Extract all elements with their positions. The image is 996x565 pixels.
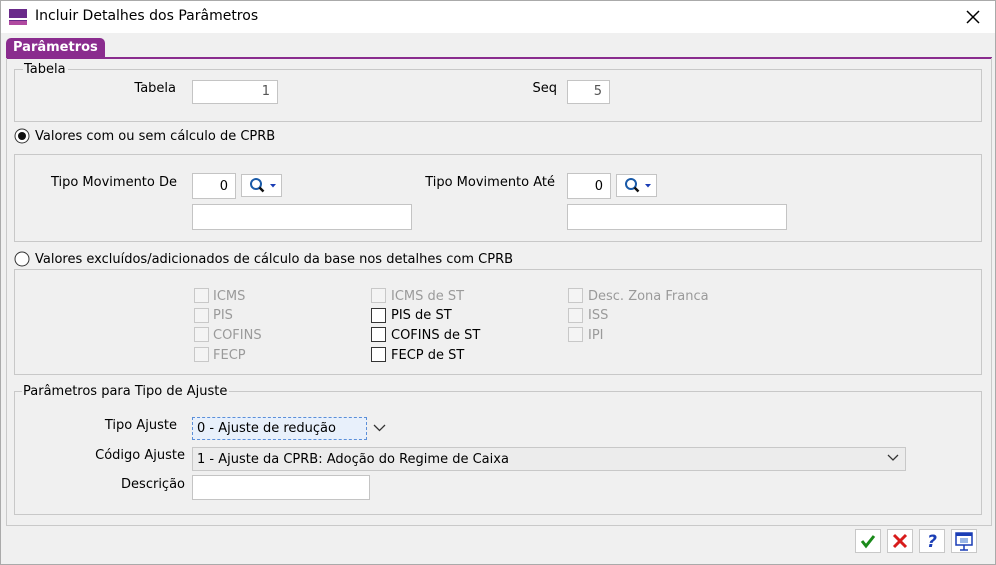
checkmark-icon [860,535,876,549]
checkbox-pis-st[interactable] [371,308,386,323]
codigo-ajuste-value: 1 - Ajuste da CPRB: Adoção do Regime de … [197,452,509,467]
checkbox-ipi [568,327,583,342]
cancel-button[interactable] [887,529,913,553]
descricao-label: Descrição [121,477,185,492]
app-icon [9,9,27,25]
checkbox-fecp-label: FECP [213,348,246,363]
tipo-ajuste-label: Tipo Ajuste [104,418,177,433]
help-button[interactable]: ? [919,529,945,553]
export-button[interactable] [951,529,977,553]
checkbox-desc-zona-franca-label: Desc. Zona Franca [588,289,709,304]
chevron-down-icon [887,454,899,461]
codigo-ajuste-select[interactable]: 1 - Ajuste da CPRB: Adoção do Regime de … [192,447,906,471]
window-title: Incluir Detalhes dos Parâmetros [35,8,259,24]
checkbox-iss [568,308,583,323]
tipo-movimento-ate-label: Tipo Movimento Até [425,175,555,190]
descricao-field[interactable] [192,475,370,500]
checkbox-desc-zona-franca [568,288,583,303]
tabela-field[interactable]: 1 [192,80,278,104]
checkbox-cofins-st-label: COFINS de ST [391,328,481,343]
tipo-movimento-de-label: Tipo Movimento De [50,175,177,190]
seq-field[interactable]: 5 [567,80,610,104]
help-question-icon: ? [927,532,937,552]
tipo-movimento-ate-search-button[interactable] [616,174,657,197]
checkbox-icms [194,288,209,303]
cancel-x-icon [892,533,908,549]
dialog-window: Incluir Detalhes dos Parâmetros Parâmetr… [0,0,996,565]
tab-parametros[interactable]: Parâmetros [6,38,105,57]
checkbox-icms-label: ICMS [213,289,246,304]
confirm-button[interactable] [855,529,881,553]
export-window-icon [955,532,973,551]
checkbox-fecp-st[interactable] [371,347,386,362]
checkbox-pis-label: PIS [213,308,233,323]
tributos-group [14,269,982,375]
tipo-movimento-ate-field[interactable]: 0 [567,173,611,199]
tipo-movimento-de-field[interactable]: 0 [192,173,236,199]
radio-excluidos[interactable] [14,251,30,267]
tipo-movimento-ate-description[interactable] [567,204,787,230]
checkbox-cofins [194,327,209,342]
tipo-ajuste-select[interactable]: 0 - Ajuste de redução [192,417,367,440]
chevron-down-icon [645,184,651,188]
checkbox-icms-st-label: ICMS de ST [391,289,465,304]
checkbox-fecp-st-label: FECP de ST [391,348,465,363]
svg-text:?: ? [927,532,937,552]
movimento-group [14,154,982,242]
checkbox-iss-label: ISS [588,308,609,323]
search-icon [250,178,276,193]
title-bar: Incluir Detalhes dos Parâmetros [1,1,995,33]
radio-cprb-label: Valores com ou sem cálculo de CPRB [35,129,276,144]
tipo-movimento-de-description[interactable] [192,204,412,230]
ajuste-group-legend: Parâmetros para Tipo de Ajuste [22,384,230,399]
chevron-down-icon [270,184,276,188]
checkbox-icms-st [371,288,386,303]
checkbox-pis [194,308,209,323]
checkbox-pis-st-label: PIS de ST [391,308,452,323]
radio-excluidos-label: Valores excluídos/adicionados de cálculo… [35,252,514,267]
checkbox-fecp [194,347,209,362]
tipo-ajuste-chevron-down-icon[interactable] [373,424,386,432]
tabela-group-legend: Tabela [23,62,68,77]
checkbox-cofins-label: COFINS [213,328,262,343]
tabela-label: Tabela [134,81,176,96]
codigo-ajuste-label: Código Ajuste [95,448,185,463]
close-icon[interactable] [961,5,985,29]
tipo-movimento-de-search-button[interactable] [241,174,282,197]
checkbox-ipi-label: IPI [588,328,604,343]
checkbox-cofins-st[interactable] [371,327,386,342]
radio-cprb[interactable] [14,128,30,144]
search-icon [625,178,651,193]
tipo-ajuste-value: 0 - Ajuste de redução [197,421,336,436]
seq-label: Seq [532,81,557,96]
